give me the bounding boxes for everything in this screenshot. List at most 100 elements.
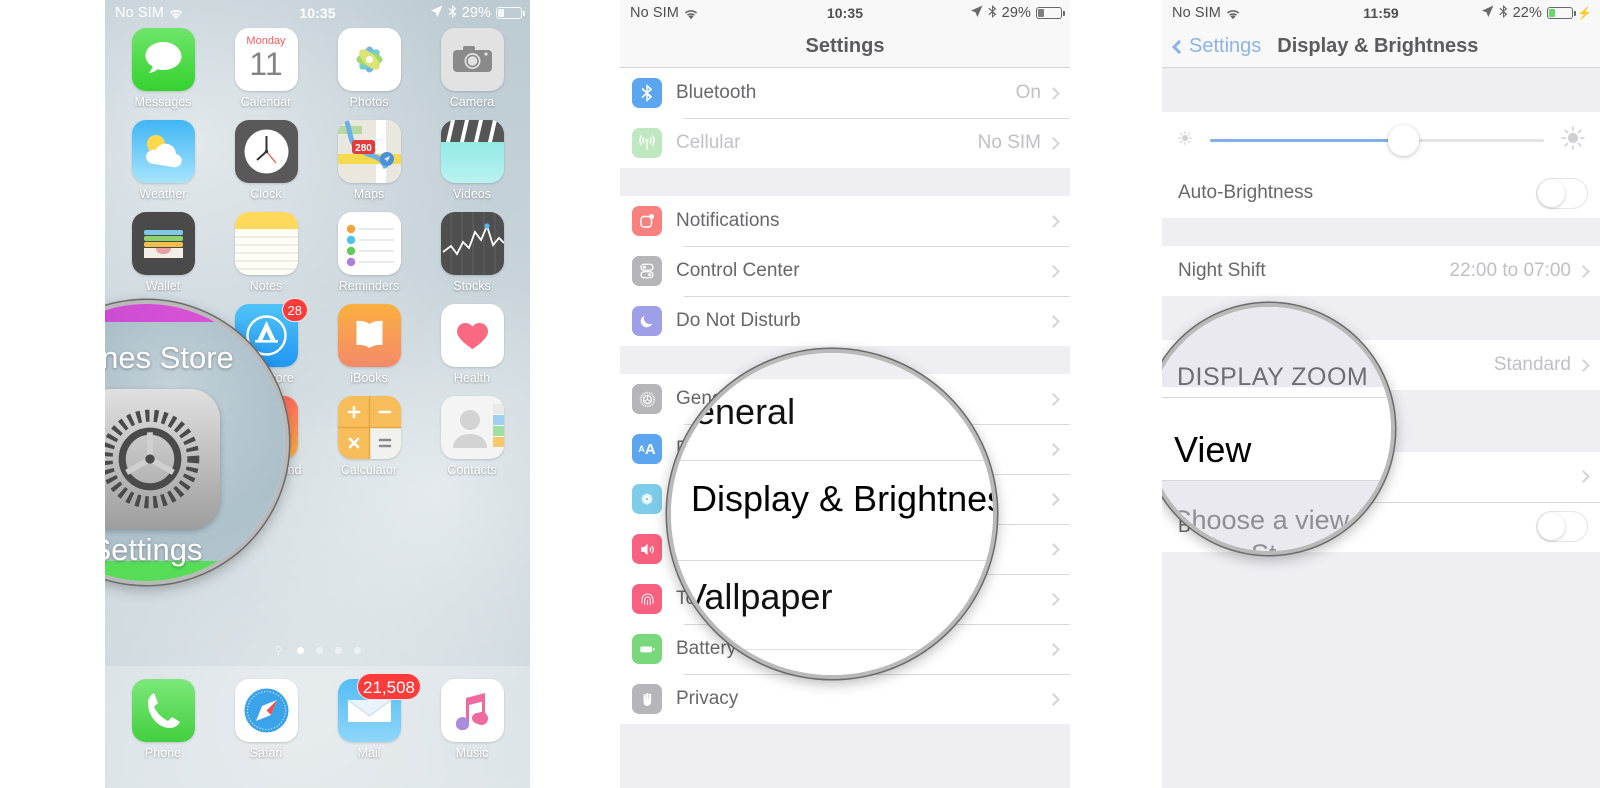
row-value: On (1015, 82, 1041, 103)
bluetooth-icon (988, 4, 997, 22)
app-label: Calendar (240, 95, 292, 109)
home-row-2: Weather Clock 280 Maps Videos (119, 120, 516, 201)
chevron-left-icon (1171, 39, 1187, 54)
page-dot[interactable] (296, 647, 304, 654)
safari-icon (234, 679, 298, 742)
location-arrow-icon (430, 5, 443, 22)
auto-brightness-row[interactable]: Auto-Brightness (1162, 168, 1600, 218)
bold-text-toggle[interactable] (1536, 511, 1588, 543)
stocks-icon (440, 212, 504, 275)
chevron-right-icon (1577, 264, 1590, 278)
general-gear-icon (632, 384, 662, 414)
app-label: Messages (134, 95, 192, 109)
iphone-home-screen-panel: No SIM 10:35 29% Messages Monday 11 Cale… (105, 0, 530, 788)
settings-row-notifications[interactable]: Notifications (620, 196, 1070, 246)
app-weather[interactable]: Weather (119, 120, 207, 201)
settings-group-connectivity: Bluetooth On Cellular No SIM (620, 68, 1070, 168)
location-arrow-icon (970, 5, 983, 22)
battery-percent-label: 29% (1001, 5, 1031, 21)
battery-icon (496, 7, 525, 19)
app-stocks[interactable]: Stocks (428, 212, 516, 293)
weather-icon (131, 120, 195, 183)
app-label: Reminders (338, 279, 400, 293)
page-dot[interactable] (334, 647, 342, 654)
app-wallet[interactable]: Wallet (119, 212, 207, 293)
search-icon[interactable]: ⚲ (274, 644, 282, 657)
bluetooth-icon (448, 4, 457, 22)
app-label: Clock (250, 187, 282, 201)
app-clock[interactable]: Clock (222, 120, 310, 201)
location-arrow-icon (1481, 5, 1494, 22)
app-maps[interactable]: 280 Maps (325, 120, 413, 201)
brightness-slider-row[interactable] (1162, 112, 1600, 168)
night-shift-row[interactable]: Night Shift 22:00 to 07:00 (1162, 246, 1600, 296)
app-reminders[interactable]: Reminders (325, 212, 413, 293)
display-brightness-icon: AA (632, 434, 662, 464)
home-row-3: Wallet Notes Reminders Stocks (119, 212, 516, 293)
magnifier-loupe-settings-app: iTunes Store Settings (105, 300, 289, 585)
app-label: Weather (139, 187, 187, 201)
app-calendar[interactable]: Monday 11 Calendar (222, 28, 310, 109)
app-label: Calculator (340, 463, 398, 477)
loupe-line-wallpaper[interactable]: Vallpaper (683, 576, 832, 618)
loupe-settings-gear-icon[interactable] (105, 389, 220, 529)
settings-row-cellular[interactable]: Cellular No SIM (620, 118, 1070, 168)
page-dot[interactable] (353, 647, 361, 654)
back-button-settings[interactable]: Settings (1171, 35, 1262, 58)
app-photos[interactable]: Photos (325, 28, 413, 109)
chevron-right-icon (1047, 492, 1060, 506)
row-value: No SIM (977, 132, 1041, 153)
brightness-slider-track[interactable] (1210, 124, 1544, 156)
app-notes[interactable]: Notes (222, 212, 310, 293)
privacy-icon (632, 684, 662, 714)
app-health[interactable]: Health (428, 304, 516, 385)
chevron-right-icon (1047, 592, 1060, 606)
app-camera[interactable]: Camera (428, 28, 516, 109)
app-calculator[interactable]: Calculator (325, 396, 413, 477)
app-videos[interactable]: Videos (428, 120, 516, 201)
chevron-right-icon (1047, 314, 1060, 328)
app-label: Maps (353, 187, 385, 201)
page-dots[interactable]: ⚲ (105, 644, 530, 657)
touch-id-icon (632, 584, 662, 614)
brightness-slider-knob[interactable] (1388, 124, 1420, 156)
app-contacts[interactable]: Contacts (428, 396, 516, 477)
settings-row-bluetooth[interactable]: Bluetooth On (620, 68, 1070, 118)
settings-row-privacy[interactable]: Privacy (620, 674, 1070, 724)
settings-row-control-center[interactable]: Control Center (620, 246, 1070, 296)
status-bar-display: No SIM 11:59 22% ⚡ (1162, 0, 1600, 26)
dock-app-phone[interactable]: Phone (119, 679, 207, 760)
settings-row-do-not-disturb[interactable]: Do Not Disturb (620, 296, 1070, 346)
status-right-display: 22% ⚡ (1481, 4, 1592, 22)
battery-percent-label: 29% (461, 5, 491, 21)
loupe-view-label[interactable]: View (1174, 429, 1251, 471)
page-dot[interactable] (315, 647, 323, 654)
chevron-right-icon (1577, 470, 1590, 484)
magnifier-loupe-view-row: DISPLAY ZOOM View Choose a view f trols.… (1162, 303, 1395, 555)
dock-app-mail[interactable]: 21,508 Mail (325, 673, 421, 760)
app-label: Contacts (447, 463, 497, 477)
app-messages[interactable]: Messages (119, 28, 207, 109)
ibooks-icon (337, 304, 401, 367)
page-title: Display & Brightness (1277, 35, 1479, 57)
auto-brightness-toggle[interactable] (1536, 177, 1588, 209)
sounds-icon (632, 534, 662, 564)
display-brightness-panel: No SIM 11:59 22% ⚡ Settings Display & Br… (1162, 0, 1600, 788)
app-ibooks[interactable]: iBooks (325, 304, 413, 385)
row-value: 22:00 to 07:00 (1449, 260, 1572, 281)
brightness-high-icon (1560, 125, 1586, 156)
battery-icon (1546, 7, 1576, 19)
dock-app-music[interactable]: Music (428, 679, 516, 760)
chevron-right-icon (1047, 86, 1060, 100)
chevron-right-icon (1047, 392, 1060, 406)
loupe-line-general[interactable]: eneral (695, 391, 795, 433)
back-label: Settings (1189, 35, 1262, 57)
music-icon (440, 679, 504, 742)
phone-icon (131, 679, 195, 742)
dock-app-safari[interactable]: Safari (222, 679, 310, 760)
loupe-line-display-brightness[interactable]: Display & Brightness (691, 478, 993, 520)
settings-group-notifications: Notifications Control Center Do Not Dist… (620, 196, 1070, 346)
brightness-group: Auto-Brightness (1162, 112, 1600, 218)
row-label: Night Shift (1178, 260, 1266, 281)
health-icon (440, 304, 504, 367)
